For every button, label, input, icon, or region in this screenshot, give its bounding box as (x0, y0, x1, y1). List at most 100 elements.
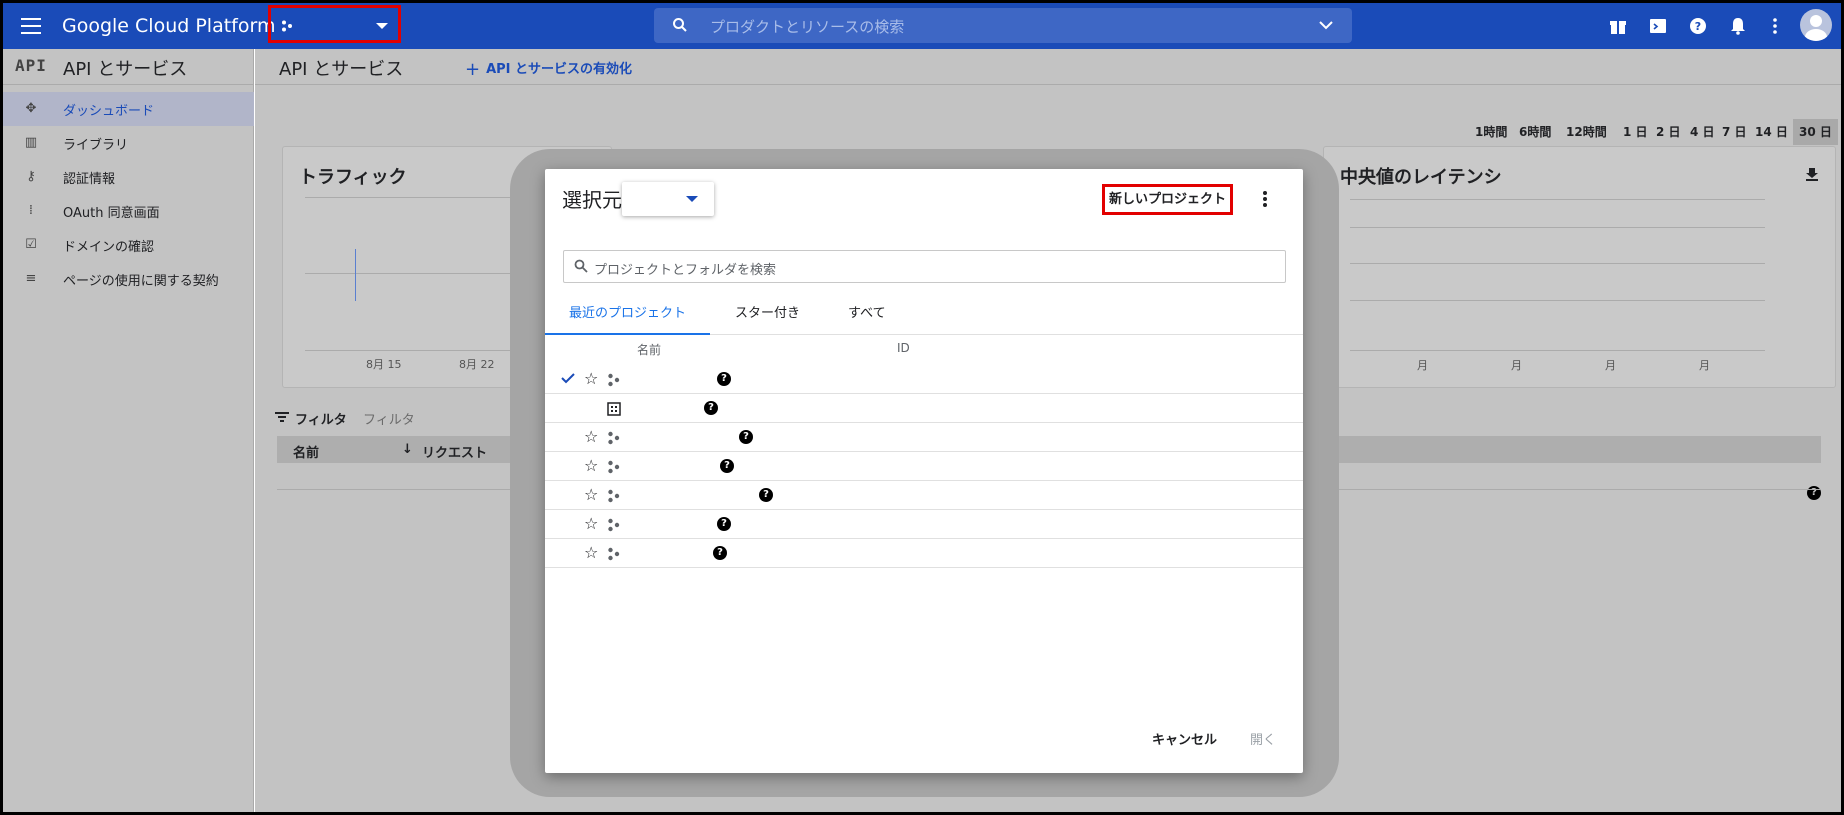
x-tick: 8月 15 (366, 358, 402, 371)
gridline (1350, 263, 1765, 264)
cancel-button[interactable]: キャンセル (1152, 729, 1217, 748)
plus-icon: + (465, 59, 481, 80)
range-4d[interactable]: 4 日 (1690, 119, 1715, 145)
sidebar-item-credentials[interactable]: ⚷ 認証情報 (3, 160, 254, 194)
sidebar-item-page-agreements[interactable]: ≡ ページの使用に関する契約 (3, 262, 254, 296)
help-icon[interactable]: ? (717, 372, 731, 386)
cloud-shell-icon[interactable] (1648, 16, 1668, 36)
help-icon[interactable]: ? (717, 517, 731, 531)
project-row[interactable]: ☆? (545, 365, 1303, 394)
key-icon: ⚷ (26, 169, 36, 184)
project-row[interactable]: ☆? (545, 539, 1303, 568)
tab-starred[interactable]: スター付き (735, 293, 800, 335)
page-title: API とサービス (279, 59, 404, 80)
new-project-button[interactable]: 新しいプロジェクト (1102, 184, 1233, 215)
help-icon[interactable]: ? (1688, 16, 1708, 36)
help-icon[interactable]: ? (713, 546, 727, 560)
open-button[interactable]: 開く (1250, 729, 1276, 748)
sort-arrow-icon[interactable]: ↓ (402, 442, 413, 457)
filter-label: フィルタ (295, 413, 347, 428)
project-row[interactable]: ☆? (545, 423, 1303, 452)
project-icon (608, 431, 620, 445)
column-name[interactable]: 名前 (293, 442, 319, 461)
organization-icon (607, 402, 621, 416)
x-tick: 月 (1605, 359, 1616, 372)
tab-recent[interactable]: 最近のプロジェクト (545, 293, 710, 335)
menu-icon[interactable] (21, 18, 41, 34)
star-icon[interactable]: ☆ (584, 487, 598, 503)
sidebar-title: API とサービス (63, 59, 188, 80)
column-requests[interactable]: リクエスト (422, 442, 487, 461)
range-30d[interactable]: 30 日 (1793, 119, 1838, 145)
star-icon[interactable]: ☆ (584, 371, 598, 387)
chevron-down-icon[interactable] (1318, 18, 1334, 32)
help-icon[interactable]: ? (704, 401, 718, 415)
traffic-spike (355, 249, 356, 301)
project-picker-button[interactable] (268, 5, 401, 43)
search-icon (673, 18, 687, 32)
enable-api-button[interactable]: + API とサービスの有効化 (465, 58, 632, 80)
project-icon (282, 20, 292, 32)
notifications-icon[interactable] (1728, 16, 1748, 36)
checkbox-icon: ☑ (25, 237, 37, 252)
range-1h[interactable]: 1時間 (1475, 119, 1507, 145)
more-vert-icon[interactable] (1765, 16, 1785, 36)
sidebar-item-label: ライブラリ (63, 138, 129, 153)
star-icon[interactable]: ☆ (584, 429, 598, 445)
sidebar-item-oauth[interactable]: ⁞ OAuth 同意画面 (3, 194, 254, 228)
project-row[interactable]: ☆? (545, 510, 1303, 539)
project-icon (608, 460, 620, 474)
range-12h[interactable]: 12時間 (1566, 119, 1607, 145)
project-row[interactable]: ? (545, 394, 1303, 423)
project-search-input[interactable]: プロジェクトとフォルダを検索 (563, 250, 1286, 283)
range-7d[interactable]: 7 日 (1722, 119, 1747, 145)
project-icon (608, 489, 620, 503)
traffic-card-title: トラフィック (299, 167, 407, 188)
gridline (1350, 300, 1765, 301)
project-icon (608, 373, 620, 387)
help-icon[interactable]: ? (739, 430, 753, 444)
tab-all[interactable]: すべて (848, 293, 886, 335)
top-bar: Google Cloud Platform プロダクトとリソースの検索 ? (3, 3, 1841, 49)
sidebar-header: API API とサービス (3, 49, 253, 85)
gridline (1350, 199, 1765, 200)
organization-select[interactable] (622, 182, 714, 216)
column-name: 名前 (637, 343, 662, 357)
chevron-down-icon (376, 23, 388, 29)
x-tick: 月 (1417, 359, 1428, 372)
sidebar-item-domain[interactable]: ☑ ドメインの確認 (3, 228, 254, 262)
settings-list-icon: ≡ (25, 271, 37, 286)
gridline (1350, 350, 1765, 351)
brand-name[interactable]: Google Cloud Platform (62, 15, 275, 37)
sidebar-item-label: OAuth 同意画面 (63, 206, 160, 221)
more-vert-icon[interactable] (1263, 191, 1267, 207)
search-icon (574, 259, 588, 273)
star-icon[interactable]: ☆ (584, 458, 598, 474)
download-icon[interactable] (1805, 167, 1819, 181)
x-tick: 8月 22 (459, 358, 495, 371)
project-select-dialog: 選択元 新しいプロジェクト プロジェクトとフォルダを検索 最近のプロジェクト ス… (545, 169, 1303, 773)
project-row[interactable]: ☆? (545, 452, 1303, 481)
sidebar-item-label: ドメインの確認 (63, 240, 155, 255)
range-14d[interactable]: 14 日 (1755, 119, 1788, 145)
main-header: API とサービス + API とサービスの有効化 (255, 49, 1841, 85)
avatar[interactable] (1800, 9, 1832, 41)
product-search-input[interactable]: プロダクトとリソースの検索 (654, 8, 1352, 43)
project-row[interactable]: ☆? (545, 481, 1303, 510)
gift-icon[interactable] (1608, 16, 1628, 36)
dialog-title: 選択元 (562, 188, 622, 212)
search-placeholder: プロジェクトとフォルダを検索 (594, 263, 777, 278)
star-icon[interactable]: ☆ (584, 516, 598, 532)
star-icon[interactable]: ☆ (584, 545, 598, 561)
sidebar-item-dashboard[interactable]: ✥ ダッシュボード (3, 92, 254, 126)
time-range-selector: 1時間 6時間 12時間 1 日 2 日 4 日 7 日 14 日 30 日 (1441, 119, 1841, 145)
sidebar-item-library[interactable]: ▥ ライブラリ (3, 126, 254, 160)
app-window: Google Cloud Platform プロダクトとリソースの検索 ? AP… (3, 3, 1841, 812)
sidebar: API API とサービス ✥ ダッシュボード ▥ ライブラリ ⚷ 認証情報 ⁞… (3, 49, 254, 812)
range-1d[interactable]: 1 日 (1623, 119, 1648, 145)
help-icon[interactable]: ? (759, 488, 773, 502)
range-2d[interactable]: 2 日 (1656, 119, 1681, 145)
sidebar-item-label: ページの使用に関する契約 (63, 274, 219, 289)
range-6h[interactable]: 6時間 (1519, 119, 1551, 145)
help-icon[interactable]: ? (720, 459, 734, 473)
